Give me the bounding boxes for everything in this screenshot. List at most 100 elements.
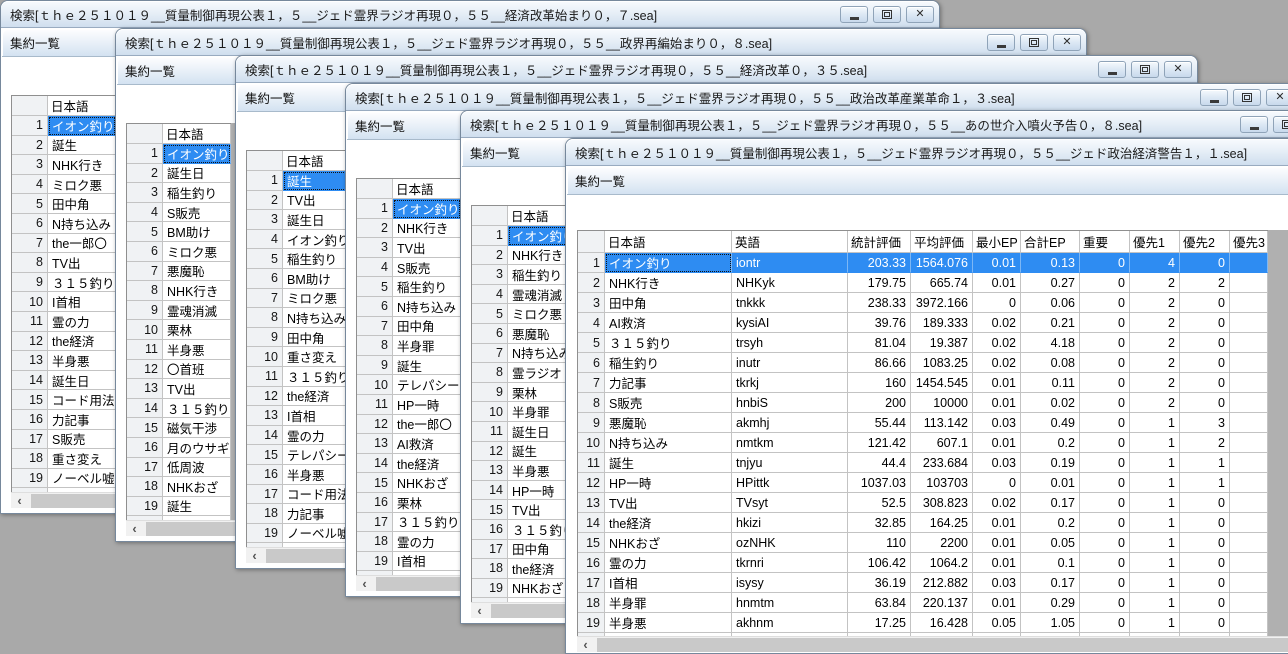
- table-cell[interactable]: 3: [1180, 413, 1230, 433]
- table-cell[interactable]: 0.05: [973, 613, 1021, 633]
- table-cell[interactable]: 0: [1180, 513, 1230, 533]
- table-cell[interactable]: 0.02: [973, 353, 1021, 373]
- table-cell[interactable]: N持ち込み: [283, 308, 351, 328]
- table-row[interactable]: 4ミロク悪: [12, 175, 116, 195]
- table-row[interactable]: 9霊魂消滅: [127, 301, 231, 321]
- table-cell[interactable]: 磁気干渉: [163, 418, 231, 438]
- table-row[interactable]: 15NHKおざozNHK11022000.010.05010: [578, 533, 1268, 553]
- table-cell[interactable]: 0: [1180, 493, 1230, 513]
- table-row[interactable]: 15TV出: [472, 500, 576, 520]
- table-cell[interactable]: nmtkm: [732, 433, 848, 453]
- table-cell[interactable]: NHK行き: [393, 219, 461, 239]
- table-row[interactable]: 19NHKおざ: [472, 579, 576, 599]
- table-row[interactable]: 14霊の力: [247, 426, 351, 446]
- table-cell[interactable]: 半身罪: [605, 593, 732, 613]
- table-cell[interactable]: 0: [1080, 553, 1130, 573]
- table-cell[interactable]: 52.5: [848, 493, 911, 513]
- table-cell[interactable]: 2: [1130, 333, 1180, 353]
- table-row[interactable]: 7田中角: [357, 317, 461, 337]
- table-row[interactable]: 7the一郎〇: [12, 234, 116, 254]
- maximize-button[interactable]: [1131, 61, 1159, 78]
- table-row[interactable]: 3TV出: [357, 238, 461, 258]
- table-cell[interactable]: 0: [1180, 313, 1230, 333]
- table-row[interactable]: 15コード用法: [12, 390, 116, 410]
- table-cell[interactable]: I首相: [393, 552, 461, 572]
- table-cell[interactable]: 月のウサギ: [163, 438, 231, 458]
- table-cell[interactable]: 0.03: [973, 573, 1021, 593]
- table-cell[interactable]: 0.29: [1021, 593, 1080, 613]
- table-cell[interactable]: 0: [1180, 253, 1230, 273]
- table-cell[interactable]: 0.2: [1021, 433, 1080, 453]
- table-row[interactable]: 12誕生: [472, 442, 576, 462]
- table-cell[interactable]: 0.01: [973, 533, 1021, 553]
- table-row[interactable]: 8霊ラジオ: [472, 363, 576, 383]
- table-row[interactable]: 19ノーベル嘘: [12, 469, 116, 489]
- table-row[interactable]: 5BM助け: [127, 222, 231, 242]
- table-cell[interactable]: 110: [848, 533, 911, 553]
- titlebar[interactable]: 検索[ｔｈｅ２５１０１９__質量制御再現公表１，５__ジェド霊界ラジオ再現０，５…: [116, 29, 1086, 56]
- table-cell[interactable]: 2200: [911, 533, 973, 553]
- table-row[interactable]: 4AI救済kysiAI39.76189.3330.020.21020: [578, 313, 1268, 333]
- table-cell[interactable]: 力記事: [605, 373, 732, 393]
- table-row[interactable]: 13I首相: [247, 406, 351, 426]
- table-cell[interactable]: 607.1: [911, 433, 973, 453]
- table-row[interactable]: 19半身悪akhnm17.2516.4280.051.05010: [578, 613, 1268, 633]
- column-header[interactable]: 日本語: [393, 179, 461, 199]
- table-cell[interactable]: 0.06: [1021, 293, 1080, 313]
- table-row[interactable]: 10栗林: [127, 320, 231, 340]
- table-cell[interactable]: 0: [1180, 373, 1230, 393]
- table-cell[interactable]: 悪魔恥: [163, 262, 231, 282]
- table-cell[interactable]: 0.05: [1021, 533, 1080, 553]
- table-cell[interactable]: 2: [1130, 273, 1180, 293]
- table-cell[interactable]: 誕生: [605, 453, 732, 473]
- table-cell[interactable]: 霊魂消滅: [163, 301, 231, 321]
- table-cell[interactable]: 0.13: [1021, 253, 1080, 273]
- table-cell[interactable]: 0.19: [1021, 453, 1080, 473]
- table-cell[interactable]: kysiAI: [732, 313, 848, 333]
- column-header[interactable]: 重要: [1080, 231, 1130, 253]
- table-cell[interactable]: 0: [1080, 273, 1130, 293]
- table-cell[interactable]: the一郎〇: [48, 234, 116, 254]
- column-header[interactable]: 日本語: [163, 124, 231, 144]
- table-row[interactable]: 18the経済: [472, 559, 576, 579]
- table-row[interactable]: 8半身罪: [357, 336, 461, 356]
- table-row[interactable]: 6BM助け: [247, 269, 351, 289]
- table-cell[interactable]: 0.01: [973, 253, 1021, 273]
- table-cell[interactable]: iontr: [732, 253, 848, 273]
- table-cell[interactable]: 0: [1080, 613, 1130, 633]
- table-cell[interactable]: 200: [848, 393, 911, 413]
- table-cell[interactable]: 霊の力: [283, 426, 351, 446]
- table-cell[interactable]: 36.19: [848, 573, 911, 593]
- table-cell[interactable]: 220.137: [911, 593, 973, 613]
- table-row[interactable]: 16力記事: [12, 410, 116, 430]
- table-cell[interactable]: 0.03: [973, 453, 1021, 473]
- table-cell[interactable]: 1564.076: [911, 253, 973, 273]
- table-cell[interactable]: [1230, 493, 1268, 513]
- table-row[interactable]: 1イオン釣りiontr203.331564.0760.010.13040: [578, 253, 1268, 273]
- table-row[interactable]: 18霊の力: [357, 532, 461, 552]
- table-cell[interactable]: 2: [1130, 313, 1180, 333]
- table-cell[interactable]: the経済: [605, 513, 732, 533]
- table-cell[interactable]: 2: [1130, 293, 1180, 313]
- table-cell[interactable]: [1230, 573, 1268, 593]
- table-cell[interactable]: ミロク悪: [48, 175, 116, 195]
- table-cell[interactable]: 1454.545: [911, 373, 973, 393]
- table-cell[interactable]: ミロク悪: [163, 242, 231, 262]
- column-header[interactable]: 優先1: [1130, 231, 1180, 253]
- minimize-button[interactable]: [1098, 61, 1126, 78]
- close-button[interactable]: ✕: [906, 6, 934, 23]
- table-cell[interactable]: S販売: [163, 203, 231, 223]
- table-cell[interactable]: HP一時: [393, 395, 461, 415]
- table-cell[interactable]: the経済: [283, 387, 351, 407]
- table-cell[interactable]: 〇首班: [163, 360, 231, 380]
- table-cell[interactable]: NHK行き: [48, 155, 116, 175]
- table-cell[interactable]: [1230, 273, 1268, 293]
- column-header[interactable]: 優先3: [1230, 231, 1268, 253]
- table-cell[interactable]: 2: [1180, 433, 1230, 453]
- table-row[interactable]: 19I首相: [357, 552, 461, 572]
- table-row[interactable]: 14the経済: [357, 454, 461, 474]
- table-cell[interactable]: 0: [1080, 373, 1130, 393]
- table-cell[interactable]: 63.84: [848, 593, 911, 613]
- table-cell[interactable]: akhnm: [732, 613, 848, 633]
- table-row[interactable]: 11誕生日: [472, 422, 576, 442]
